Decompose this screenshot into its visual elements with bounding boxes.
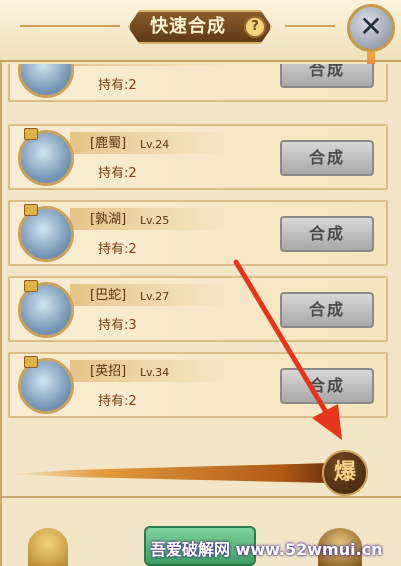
- lock-icon: [24, 204, 38, 216]
- monster-level: Lv.25: [140, 214, 170, 227]
- list-item: [巴蛇] Lv.27 持有:3 合成: [8, 276, 388, 342]
- list-item: [孰湖] Lv.25 持有:2 合成: [8, 200, 388, 266]
- watermark-text: 吾爱破解网 www.52wmui.cn: [150, 540, 383, 559]
- owned-count: 持有:2: [98, 394, 137, 409]
- header: 快速合成 ?: [0, 0, 401, 62]
- combine-list[interactable]: 持有:2 合成 [鹿蜀] Lv.24 持有:2 合成 [孰湖] Lv.25 持有…: [8, 64, 388, 424]
- avatar: [18, 64, 74, 98]
- owned-count: 持有:3: [98, 318, 137, 333]
- help-icon[interactable]: ?: [244, 16, 266, 38]
- lock-icon: [24, 128, 38, 140]
- divider: [0, 496, 401, 498]
- combine-button[interactable]: 合成: [280, 216, 374, 252]
- bottom-left-icon[interactable]: [28, 528, 68, 566]
- monster-level: Lv.34: [140, 366, 170, 379]
- list-item: [英招] Lv.34 持有:2 合成: [8, 352, 388, 418]
- monster-name: [鹿蜀]: [90, 136, 127, 151]
- monster-level: Lv.27: [140, 290, 170, 303]
- combine-button[interactable]: 合成: [280, 140, 374, 176]
- monster-name: [孰湖]: [90, 212, 127, 227]
- page-title: 快速合成: [150, 16, 226, 37]
- monster-name: [英招]: [90, 364, 127, 379]
- list-item: 持有:2 合成: [8, 64, 388, 102]
- explode-badge[interactable]: 爆: [322, 450, 368, 496]
- lock-icon: [24, 280, 38, 292]
- monster-level: Lv.24: [140, 138, 170, 151]
- header-ornament-right: [285, 25, 335, 27]
- owned-count: 持有:2: [98, 78, 137, 93]
- owned-count: 持有:2: [98, 242, 137, 257]
- monster-name: [巴蛇]: [90, 288, 127, 303]
- combine-button[interactable]: 合成: [280, 64, 374, 88]
- lock-icon: [24, 356, 38, 368]
- combine-button[interactable]: 合成: [280, 292, 374, 328]
- header-ornament-left: [20, 25, 120, 27]
- owned-count: 持有:2: [98, 166, 137, 181]
- list-item: [鹿蜀] Lv.24 持有:2 合成: [8, 124, 388, 190]
- close-button[interactable]: ✕: [347, 4, 395, 52]
- combine-button[interactable]: 合成: [280, 368, 374, 404]
